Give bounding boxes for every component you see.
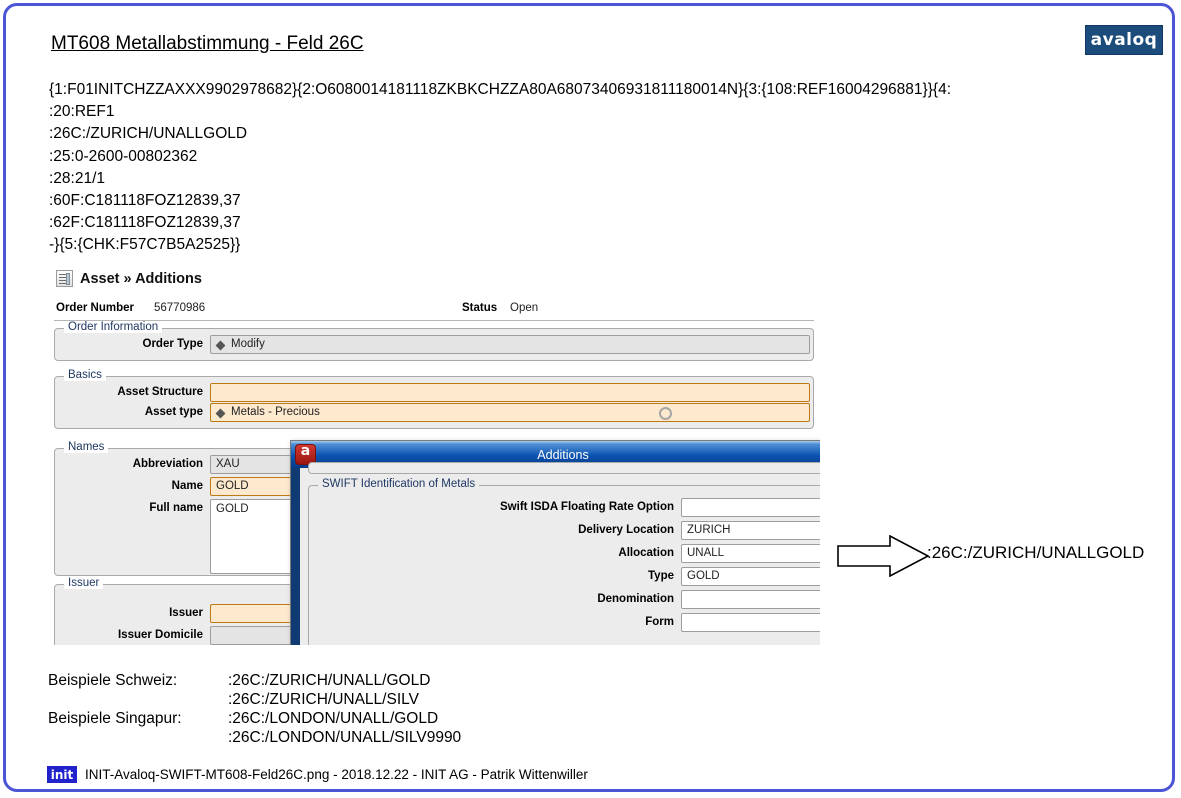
group-swift-identification-legend: SWIFT Identification of Metals [318,478,480,490]
swift-message-text: {1:F01INITCHZZAXXX9902978682}{2:O6080014… [49,81,951,254]
callout-text: :26C:/ZURICH/UNALLGOLD [927,543,1145,562]
allocation-input[interactable]: UNALL [681,544,820,563]
abbreviation-label: Abbreviation [132,458,203,470]
issuer-domicile-label: Issuer Domicile [117,629,203,641]
type-label: Type [648,570,674,582]
dialog-clipped-group-above [308,462,820,474]
status-value: Open [510,302,539,314]
delivery-location-input[interactable]: ZURICH [681,521,820,540]
asset-type-combo[interactable]: Metals - Precious [210,403,810,422]
swift-isda-floating-rate-option-label: Swift ISDA Floating Rate Option [500,501,674,513]
document-icon [56,270,73,287]
example-row: Beispiele Singapur: :26C:/LONDON/UNALL/G… [48,709,461,728]
app-section-header: Asset » Additions [56,270,202,287]
group-names-legend: Names [64,441,109,453]
swift-isda-floating-rate-option-input[interactable] [681,498,820,517]
full-name-label: Full name [149,502,203,514]
denomination-label: Denomination [597,593,674,605]
asset-type-label: Asset type [144,406,203,418]
order-number-value: 56770986 [154,302,206,314]
page-title: MT608 Metallabstimmung - Feld 26C [51,33,364,54]
example-row: :26C:/ZURICH/UNALL/SILV [48,690,461,709]
example-label: Beispiele Schweiz: [48,671,178,689]
example-row: :26C:/LONDON/UNALL/SILV9990 [48,728,461,747]
avaloq-logo: avaloq [1085,25,1163,55]
dialog-body: SWIFT Identification of Metals Swift ISD… [300,462,820,645]
avaloq-logo-text: avaloq [1090,30,1158,50]
footer-text: INIT-Avaloq-SWIFT-MT608-Feld26C.png - 20… [85,767,588,782]
slide-frame: avaloq MT608 Metallabstimmung - Feld 26C… [3,3,1175,792]
example-value: :26C:/ZURICH/UNALL/GOLD [228,671,431,689]
asset-structure-label: Asset Structure [117,386,203,398]
form-input[interactable] [681,613,820,632]
init-logo: init [47,766,77,783]
group-basics: Basics Asset Structure Asset type Metals… [54,369,814,429]
app-section-title: Asset » Additions [80,270,202,287]
group-order-information: Order Information Order Type Modify [54,321,814,361]
meta-divider [54,320,814,321]
group-basics-legend: Basics [64,369,106,381]
footer: init INIT-Avaloq-SWIFT-MT608-Feld26C.png… [47,766,588,783]
order-meta-bar: Order Number 56770986 Status Open [50,299,820,321]
example-label: Beispiele Singapur: [48,709,182,727]
allocation-label: Allocation [618,547,674,559]
init-logo-text: init [50,767,74,782]
group-swift-identification-of-metals: SWIFT Identification of Metals Swift ISD… [308,478,820,645]
denomination-input[interactable] [681,590,820,609]
example-value: :26C:/LONDON/UNALL/SILV9990 [228,728,462,746]
asset-type-lookup-icon[interactable] [659,407,672,420]
right-arrow-icon [837,535,929,577]
issuer-label: Issuer [169,607,203,619]
form-label: Form [645,616,674,628]
order-type-label: Order Type [142,338,204,350]
type-input[interactable]: GOLD [681,567,820,586]
order-number-label: Order Number [56,302,134,314]
dialog-left-rail [291,468,300,645]
name-label: Name [171,480,203,492]
application-screenshot: Asset » Additions Order Number 56770986 … [50,268,820,645]
asset-structure-input[interactable] [210,383,810,402]
examples-block: Beispiele Schweiz: :26C:/ZURICH/UNALL/GO… [48,671,461,747]
order-type-combo[interactable]: Modify [210,335,810,354]
dialog-title: Additions [537,447,589,462]
example-value: :26C:/ZURICH/UNALL/SILV [228,690,419,708]
delivery-location-label: Delivery Location [578,524,674,536]
example-value: :26C:/LONDON/UNALL/GOLD [228,709,439,727]
group-issuer-legend: Issuer [64,577,104,589]
group-order-information-legend: Order Information [64,321,163,333]
example-row: Beispiele Schweiz: :26C:/ZURICH/UNALL/GO… [48,671,461,690]
additions-dialog: Additions SWIFT Identification of Metals… [290,440,820,645]
status-label: Status [462,302,498,314]
